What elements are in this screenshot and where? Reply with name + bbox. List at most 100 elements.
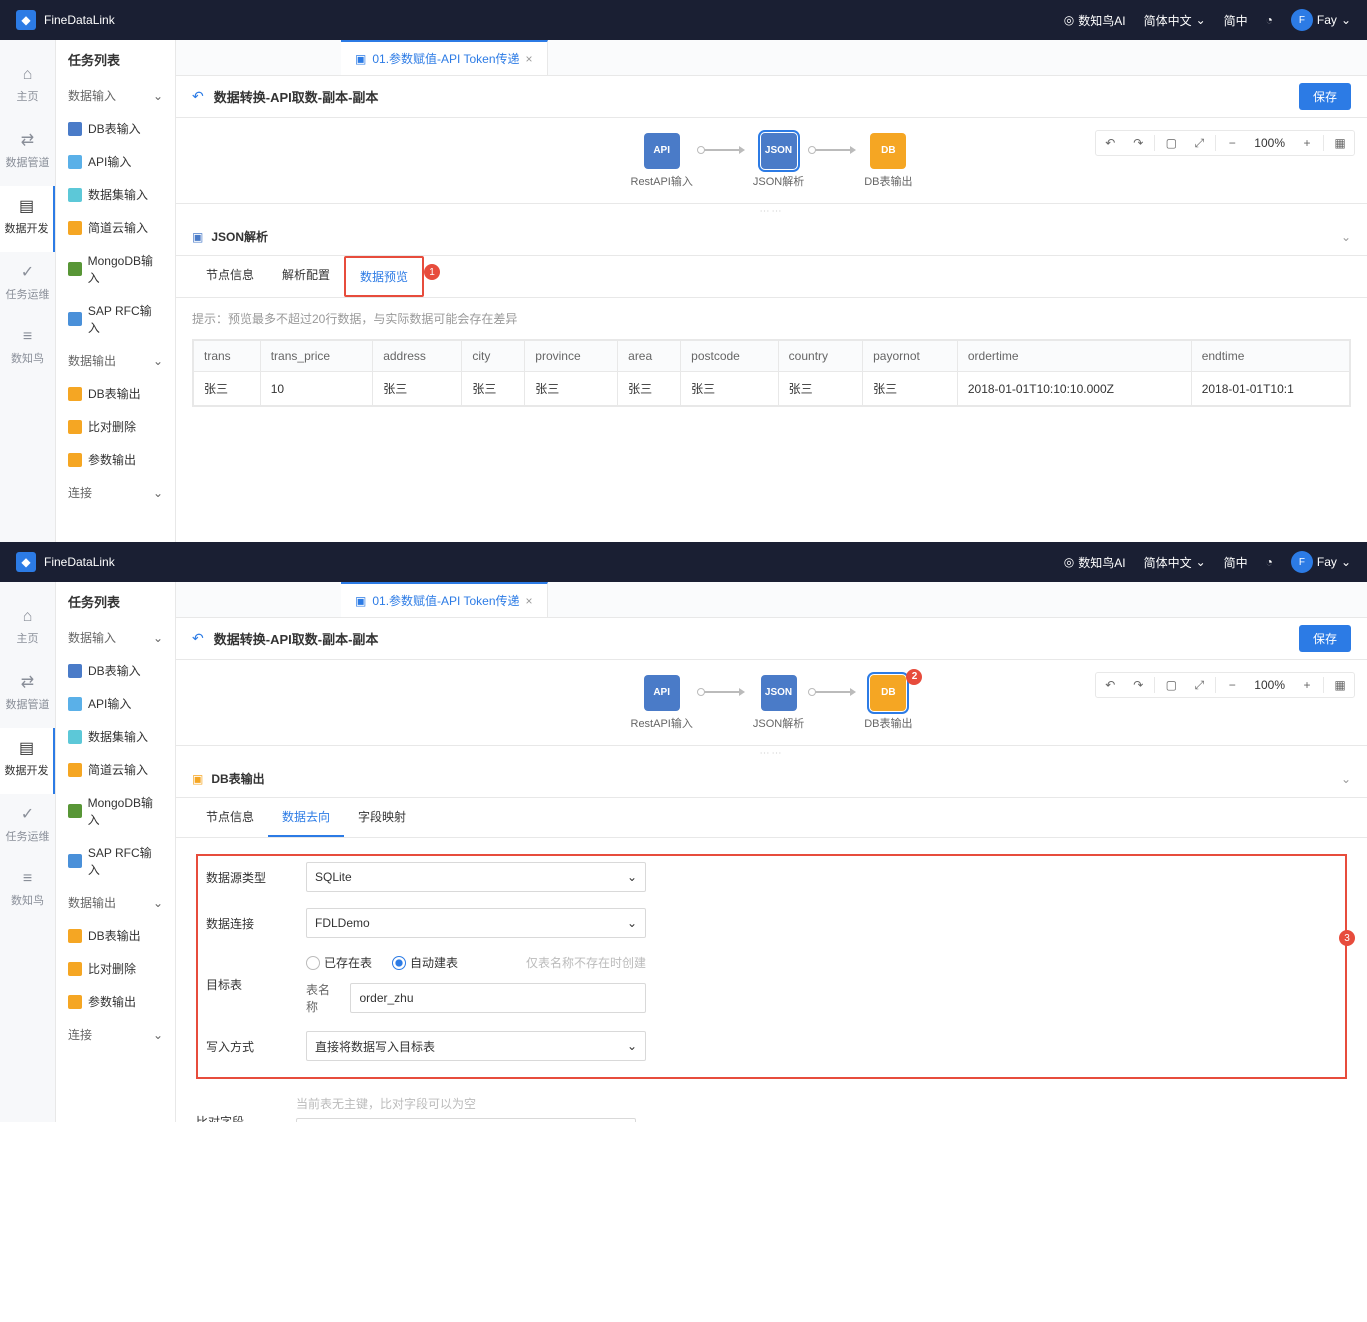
datasource-type-select[interactable]: SQLite⌄ xyxy=(306,862,646,892)
data-connection-select[interactable]: FDLDemo⌄ xyxy=(306,908,646,938)
config-tab[interactable]: 解析配置 xyxy=(268,256,344,297)
language-select[interactable]: 简体中文 ⌄ xyxy=(1144,12,1206,29)
nav-dev[interactable]: ▤数据开发 xyxy=(0,728,55,794)
node-icon: DB xyxy=(870,133,906,169)
sidepanel-item[interactable]: 比对删除 xyxy=(56,410,175,443)
resize-handle[interactable]: ⋯⋯ xyxy=(176,746,1367,760)
logo[interactable]: ◆ FineDataLink xyxy=(16,552,115,572)
ai-link[interactable]: ◎数知鸟AI xyxy=(1064,12,1126,29)
sidepanel-item[interactable]: MongoDB输入 xyxy=(56,244,175,294)
undo-icon[interactable]: ↶ xyxy=(1098,133,1122,153)
config-tab[interactable]: 节点信息 xyxy=(192,256,268,297)
nav-home[interactable]: ⌂主页 xyxy=(0,56,55,120)
sidepanel-item[interactable]: 数据集输入 xyxy=(56,178,175,211)
config-tab[interactable]: 数据去向 xyxy=(268,798,344,837)
close-icon[interactable]: × xyxy=(526,594,533,608)
notifications-icon[interactable]: ◔ xyxy=(1266,13,1273,27)
zoom-out-icon[interactable]: − xyxy=(1220,675,1244,695)
nav-ops[interactable]: ✓任务运维 xyxy=(0,794,55,860)
sidepanel-item[interactable]: 数据集输入 xyxy=(56,720,175,753)
fullscreen-icon[interactable]: ⤢ xyxy=(1187,133,1211,153)
sidepanel-item[interactable]: DB表输入 xyxy=(56,112,175,145)
zoom-out-icon[interactable]: − xyxy=(1220,133,1244,153)
pipeline-node-dbout[interactable]: DBDB表输出 xyxy=(864,133,912,189)
home-icon: ⌂ xyxy=(0,66,55,84)
user-menu[interactable]: FFay ⌄ xyxy=(1291,9,1351,31)
lang-short[interactable]: 简中 xyxy=(1224,12,1248,29)
sidepanel-group[interactable]: 数据输入⌄ xyxy=(56,621,175,654)
sidepanel-item[interactable]: DB表输入 xyxy=(56,654,175,687)
table-name-input[interactable] xyxy=(350,983,646,1013)
fullscreen-icon[interactable]: ⤢ xyxy=(1187,675,1211,695)
nav-owl[interactable]: ≡数知鸟 xyxy=(0,318,55,382)
sidepanel-item[interactable]: DB表输出 xyxy=(56,919,175,952)
sidepanel-item[interactable]: 参数输出 xyxy=(56,985,175,1018)
redo-icon[interactable]: ↷ xyxy=(1126,675,1150,695)
ai-link[interactable]: ◎数知鸟AI xyxy=(1064,554,1126,571)
fit-icon[interactable]: ▢ xyxy=(1159,133,1183,153)
sidepanel-item[interactable]: API输入 xyxy=(56,687,175,720)
nav-ops[interactable]: ✓任务运维 xyxy=(0,252,55,318)
zoom-in-icon[interactable]: + xyxy=(1295,675,1319,695)
write-mode-select[interactable]: 直接将数据写入目标表⌄ xyxy=(306,1031,646,1061)
back-icon[interactable]: ↶ xyxy=(192,88,204,105)
sidepanel-item[interactable]: DB表输出 xyxy=(56,377,175,410)
sidepanel-group[interactable]: 数据输出⌄ xyxy=(56,344,175,377)
sidepanel-item[interactable]: SAP RFC输入 xyxy=(56,294,175,344)
minimap-icon[interactable]: ▦ xyxy=(1328,133,1352,153)
pipeline-canvas[interactable]: APIRestAPI输入 JSONJSON解析 DB2DB表输出 ↶ ↷ ▢ ⤢ −… xyxy=(176,660,1367,746)
nav-pipe[interactable]: ⇄数据管道 xyxy=(0,662,55,728)
redo-icon[interactable]: ↷ xyxy=(1126,133,1150,153)
nav-owl[interactable]: ≡数知鸟 xyxy=(0,860,55,924)
radio-auto-create[interactable]: 自动建表 xyxy=(392,954,458,971)
logo[interactable]: ◆ FineDataLink xyxy=(16,10,115,30)
save-button[interactable]: 保存 xyxy=(1299,83,1351,110)
fit-icon[interactable]: ▢ xyxy=(1159,675,1183,695)
sidepanel-item[interactable]: API输入 xyxy=(56,145,175,178)
sidepanel-item[interactable]: SAP RFC输入 xyxy=(56,836,175,886)
nav-dev[interactable]: ▤数据开发 xyxy=(0,186,55,252)
lang-short[interactable]: 简中 xyxy=(1224,554,1248,571)
nav-pipe[interactable]: ⇄数据管道 xyxy=(0,120,55,186)
minimap-icon[interactable]: ▦ xyxy=(1328,675,1352,695)
table-header: area xyxy=(618,341,681,372)
sidepanel-group[interactable]: 连接⌄ xyxy=(56,1018,175,1051)
pipeline-canvas[interactable]: APIRestAPI输入JSONJSON解析DBDB表输出 ↶ ↷ ▢ ⤢ − … xyxy=(176,118,1367,204)
resize-handle[interactable]: ⋯⋯ xyxy=(176,204,1367,218)
sidepanel-item[interactable]: 简道云输入 xyxy=(56,753,175,786)
notifications-icon[interactable]: ◔ xyxy=(1266,555,1273,569)
radio-existing-table[interactable]: 已存在表 xyxy=(306,954,372,971)
collapse-icon[interactable]: ⌄ xyxy=(1341,772,1351,786)
pipeline-node-restapi[interactable]: APIRestAPI输入 xyxy=(631,675,693,731)
sidepanel-group[interactable]: 连接⌄ xyxy=(56,476,175,509)
save-button[interactable]: 保存 xyxy=(1299,625,1351,652)
zoom-in-icon[interactable]: + xyxy=(1295,133,1319,153)
compare-field-select[interactable]: 请选择⌄ xyxy=(296,1118,636,1122)
sidepanel-item[interactable]: 参数输出 xyxy=(56,443,175,476)
sidepanel-group[interactable]: 数据输入⌄ xyxy=(56,79,175,112)
config-tab[interactable]: 节点信息 xyxy=(192,798,268,837)
pipeline-node-restapi[interactable]: APIRestAPI输入 xyxy=(631,133,693,189)
item-icon xyxy=(68,122,82,136)
close-icon[interactable]: × xyxy=(526,52,533,66)
tab-active[interactable]: ▣ 01.参数赋值-API Token传递 × xyxy=(341,582,548,617)
user-menu[interactable]: FFay ⌄ xyxy=(1291,551,1351,573)
pipeline-node-json[interactable]: JSONJSON解析 xyxy=(753,133,804,189)
nav-home[interactable]: ⌂主页 xyxy=(0,598,55,662)
config-tab[interactable]: 数据预览1 xyxy=(344,256,424,297)
pipeline-node-dbout[interactable]: DB2DB表输出 xyxy=(864,675,912,731)
ai-icon: ◎ xyxy=(1064,555,1074,569)
sidepanel-item[interactable]: MongoDB输入 xyxy=(56,786,175,836)
zoom-level: 100% xyxy=(1248,136,1291,150)
sidepanel-item[interactable]: 简道云输入 xyxy=(56,211,175,244)
config-title: JSON解析 xyxy=(211,228,268,245)
tab-active[interactable]: ▣ 01.参数赋值-API Token传递 × xyxy=(341,40,548,75)
back-icon[interactable]: ↶ xyxy=(192,630,204,647)
collapse-icon[interactable]: ⌄ xyxy=(1341,230,1351,244)
language-select[interactable]: 简体中文 ⌄ xyxy=(1144,554,1206,571)
sidepanel-group[interactable]: 数据输出⌄ xyxy=(56,886,175,919)
sidepanel-item[interactable]: 比对删除 xyxy=(56,952,175,985)
pipeline-node-json[interactable]: JSONJSON解析 xyxy=(753,675,804,731)
undo-icon[interactable]: ↶ xyxy=(1098,675,1122,695)
config-tab[interactable]: 字段映射 xyxy=(344,798,420,837)
